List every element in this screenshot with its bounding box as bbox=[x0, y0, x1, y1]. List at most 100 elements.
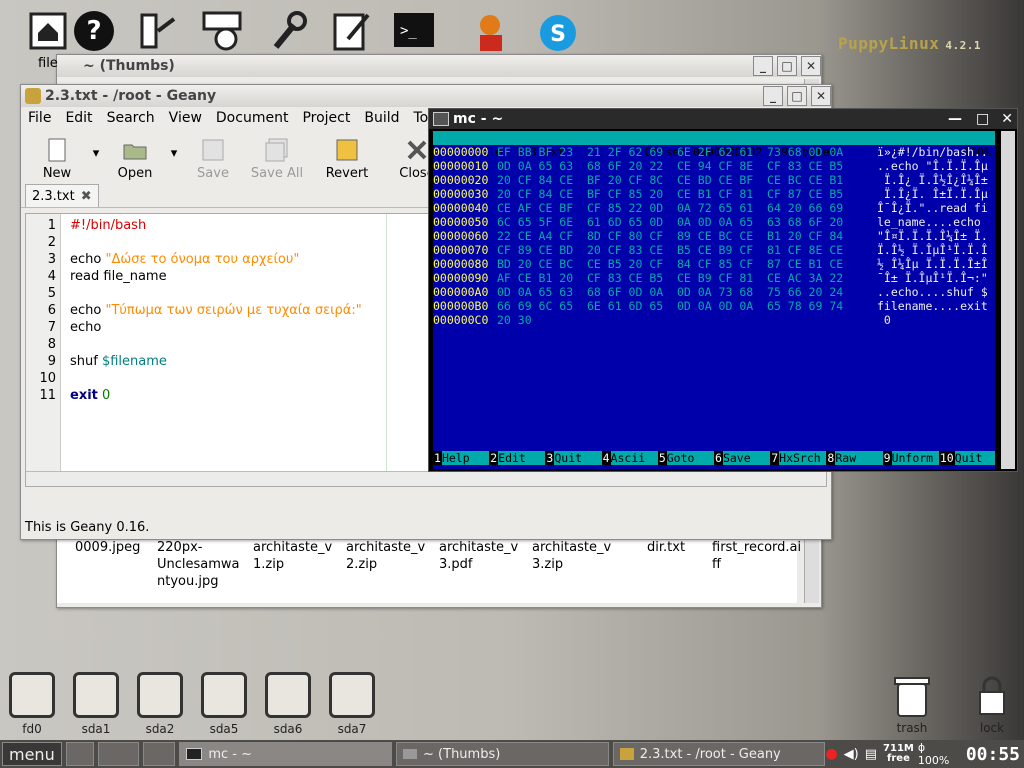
hex-ascii: le_name....echo bbox=[877, 215, 988, 229]
help-icon[interactable]: ? bbox=[72, 8, 116, 54]
fkey-3[interactable]: 3 Quit bbox=[545, 451, 602, 465]
fkey-2[interactable]: 2 Edit bbox=[489, 451, 546, 465]
line-number: 11 bbox=[39, 388, 56, 403]
network-icon[interactable]: ▤ bbox=[865, 747, 877, 762]
drive-graphic bbox=[265, 672, 311, 718]
hex-ascii: filename....exit bbox=[877, 299, 988, 313]
menu-build[interactable]: Build bbox=[364, 110, 399, 126]
drive-icon[interactable]: sda7 bbox=[328, 672, 376, 736]
close-button[interactable]: ✕ bbox=[801, 56, 821, 76]
hex-address: 00000030 bbox=[433, 187, 489, 201]
alert-icon[interactable]: ● bbox=[825, 746, 837, 762]
fkey-4[interactable]: 4 Ascii bbox=[601, 451, 658, 465]
terminal-icon[interactable]: >_ bbox=[392, 8, 436, 54]
volume-icon[interactable]: ◀) bbox=[844, 747, 859, 762]
file-item[interactable]: dir.txt bbox=[647, 539, 685, 556]
hex-bytes: 66 69 6C 65 6E 61 6D 65 0D 0A 0D 0A 65 7… bbox=[497, 299, 844, 313]
fkey-8[interactable]: 8 Raw bbox=[826, 451, 883, 465]
hex-bytes: EF BB BF 23 21 2F 62 69 6E 2F 62 61 73 6… bbox=[497, 145, 844, 159]
task-thumbs[interactable]: ~ (Thumbs) bbox=[396, 742, 609, 766]
user-icon[interactable] bbox=[470, 8, 514, 54]
fkey-10[interactable]: 10 Quit bbox=[938, 451, 996, 465]
file-item[interactable]: first_record.ai ff bbox=[712, 539, 801, 573]
show-desktop-icon[interactable] bbox=[65, 742, 94, 766]
revert-button[interactable]: Revert bbox=[309, 137, 385, 181]
window-icon[interactable] bbox=[143, 742, 176, 766]
fkey-5[interactable]: 5 Goto bbox=[657, 451, 715, 465]
floppy-icon[interactable]: fd0 bbox=[8, 672, 56, 736]
mc-scrollbar[interactable] bbox=[1001, 131, 1015, 469]
file-item[interactable]: architaste_v 3.zip bbox=[532, 539, 611, 573]
close-button[interactable]: ✕ bbox=[811, 86, 831, 106]
fkey-7[interactable]: 7 HxSrch bbox=[770, 451, 827, 465]
tab-close-icon[interactable]: ✖ bbox=[81, 189, 92, 204]
skype-icon[interactable]: S bbox=[536, 8, 580, 54]
drive-label: sda5 bbox=[209, 722, 239, 736]
menu-view[interactable]: View bbox=[169, 110, 202, 126]
new-dropdown[interactable]: ▾ bbox=[89, 146, 103, 181]
save-all-button[interactable]: Save All bbox=[245, 137, 309, 181]
hex-ascii: ï»¿#!/bin/bash.. bbox=[877, 145, 988, 159]
file-item[interactable]: architaste_v 1.zip bbox=[253, 539, 332, 573]
file-item[interactable]: architaste_v 3.pdf bbox=[439, 539, 518, 573]
edit-icon[interactable] bbox=[330, 8, 374, 54]
hex-viewer[interactable]: File: 2.3.txt Offset 0x00000002 194 bytes 1… bbox=[433, 131, 996, 469]
maximize-button[interactable]: □ bbox=[787, 86, 807, 106]
brand-label: PuppyLinux 4.2.1 bbox=[838, 34, 981, 53]
close-button[interactable]: ✕ bbox=[1001, 111, 1013, 127]
trash-icon[interactable]: trash bbox=[888, 674, 936, 735]
maximize-button[interactable]: □ bbox=[777, 56, 797, 76]
fkey-9[interactable]: 9 Unform bbox=[882, 451, 939, 465]
code-line: #!/bin/bash bbox=[70, 218, 147, 233]
mc-titlebar[interactable]: mc - ~ — □ ✕ bbox=[429, 109, 1017, 129]
maximize-button[interactable]: □ bbox=[976, 111, 989, 127]
tab-2-3-txt[interactable]: 2.3.txt ✖ bbox=[25, 184, 99, 207]
menu-document[interactable]: Document bbox=[216, 110, 289, 126]
geany-titlebar[interactable]: 2.3.txt - /root - Geany _ □ ✕ bbox=[21, 85, 831, 107]
minimize-button[interactable]: _ bbox=[763, 86, 783, 106]
fkey-6[interactable]: 6 Save bbox=[714, 451, 771, 465]
drive-icon[interactable]: sda5 bbox=[200, 672, 248, 736]
file-item[interactable]: 220px- Unclesamwa ntyou.jpg bbox=[157, 539, 240, 590]
horizontal-scrollbar[interactable] bbox=[26, 471, 826, 486]
svg-text:S: S bbox=[550, 22, 566, 47]
drive-icon[interactable]: sda6 bbox=[264, 672, 312, 736]
menu-file[interactable]: File bbox=[28, 110, 51, 126]
mc-window: mc - ~ — □ ✕ File: 2.3.txt Offset 0x00000… bbox=[428, 108, 1018, 472]
file-item[interactable]: 0009.jpeg bbox=[75, 539, 140, 556]
fkey-number: 4 bbox=[601, 451, 611, 465]
drive-icon[interactable]: sda2 bbox=[136, 672, 184, 736]
drive-label: sda7 bbox=[337, 722, 367, 736]
save-button[interactable]: Save bbox=[181, 137, 245, 181]
hex-address: 000000B0 bbox=[433, 299, 489, 313]
menu-project[interactable]: Project bbox=[302, 110, 350, 126]
thumbs-titlebar[interactable]: ~ (Thumbs) _ □ ✕ bbox=[57, 55, 821, 77]
task-mc[interactable]: mc - ~ bbox=[179, 742, 393, 766]
task-geany[interactable]: 2.3.txt - /root - Geany bbox=[612, 742, 826, 766]
drive-icon[interactable]: sda1 bbox=[72, 672, 120, 736]
wrench-icon[interactable] bbox=[266, 8, 310, 54]
lock-icon[interactable]: lock bbox=[968, 674, 1016, 735]
open-button[interactable]: Open bbox=[103, 137, 167, 181]
home-icon[interactable] bbox=[26, 8, 70, 54]
menu-button[interactable]: menu bbox=[2, 742, 62, 766]
drive-graphic bbox=[9, 672, 55, 718]
new-button[interactable]: New bbox=[25, 137, 89, 181]
usb-plug-icon[interactable] bbox=[134, 8, 178, 54]
file-item[interactable]: architaste_v 2.zip bbox=[346, 539, 425, 573]
minimize-button[interactable]: — bbox=[948, 111, 962, 127]
drive-icon[interactable] bbox=[97, 742, 140, 766]
disk-setup-icon[interactable] bbox=[200, 8, 244, 54]
new-label: New bbox=[42, 166, 72, 181]
memory-label: free bbox=[887, 753, 910, 764]
geany-title: 2.3.txt - /root - Geany bbox=[45, 88, 217, 104]
menu-edit[interactable]: Edit bbox=[65, 110, 92, 126]
revert-icon bbox=[336, 139, 358, 161]
clock[interactable]: 00:55 bbox=[966, 744, 1020, 765]
fkey-1[interactable]: 1 Help bbox=[433, 451, 490, 465]
open-dropdown[interactable]: ▾ bbox=[167, 146, 181, 181]
minimize-button[interactable]: _ bbox=[753, 56, 773, 76]
save-all-icon bbox=[265, 138, 288, 162]
menu-search[interactable]: Search bbox=[107, 110, 155, 126]
geany-icon bbox=[619, 748, 634, 760]
